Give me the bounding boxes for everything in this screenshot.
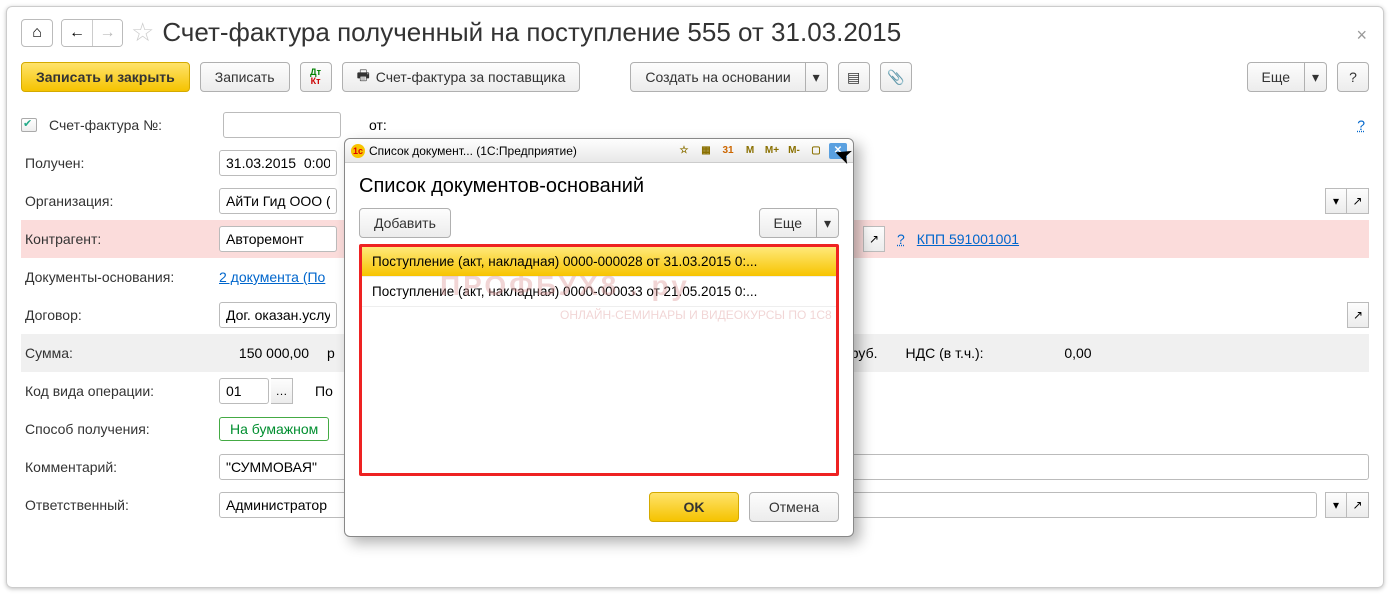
tb-mminus-button[interactable]: M- [785, 143, 803, 159]
vat-label: НДС (в т.ч.): [906, 345, 984, 361]
sum-currency-2: руб. [851, 345, 878, 361]
tb-close-icon[interactable]: ✕ [829, 143, 847, 159]
basis-documents-dialog: 1c Список документ... (1С:Предприятие) ☆… [344, 138, 854, 537]
invoice-no-label: Счет-фактура №: [45, 117, 215, 133]
received-input[interactable] [219, 150, 337, 176]
cancel-button[interactable]: Отмена [749, 492, 839, 522]
modal-app-title: Список документ... (1С:Предприятие) [369, 144, 577, 158]
create-based-caret[interactable]: ▾ [806, 62, 828, 92]
more-caret[interactable]: ▾ [1305, 62, 1327, 92]
basis-link[interactable]: 2 документа (По [219, 269, 325, 285]
page-title: Счет-фактура полученный на поступление 5… [162, 17, 901, 48]
report-button[interactable]: ▤ [838, 62, 870, 92]
create-based-split: Создать на основании ▾ [630, 62, 827, 92]
tb-calendar-icon[interactable]: 31 [719, 143, 737, 159]
counterparty-label: Контрагент: [21, 231, 211, 247]
sum-label: Сумма: [21, 345, 211, 361]
list-item[interactable]: Поступление (акт, накладная) 0000-000028… [362, 247, 836, 277]
opcode-label: Код вида операции: [21, 383, 211, 399]
tb-fav-icon[interactable]: ☆ [675, 143, 693, 159]
save-and-close-button[interactable]: Записать и закрыть [21, 62, 190, 92]
counterparty-input[interactable] [219, 226, 337, 252]
kpp-link[interactable]: КПП 591001001 [917, 231, 1019, 247]
org-input[interactable] [219, 188, 337, 214]
contract-open[interactable]: ↗ [1347, 302, 1369, 328]
printer-icon: 🖶 [357, 65, 370, 89]
opcode-picker[interactable]: … [271, 378, 293, 404]
tb-m-button[interactable]: M [741, 143, 759, 159]
org-label: Организация: [21, 193, 211, 209]
counterparty-open[interactable]: ↗ [863, 226, 885, 252]
responsible-dropdown[interactable]: ▾ [1325, 492, 1347, 518]
sum-value: 150 000,00 [219, 345, 309, 361]
counterparty-hint[interactable]: ? [893, 231, 909, 247]
back-button[interactable]: ← [62, 20, 92, 46]
contract-label: Договор: [21, 307, 211, 323]
close-icon[interactable]: × [1356, 25, 1367, 46]
home-button[interactable]: ⌂ [21, 19, 53, 47]
org-open[interactable]: ↗ [1347, 188, 1369, 214]
save-button[interactable]: Записать [200, 62, 290, 92]
from-label: от: [369, 117, 387, 133]
1c-icon: 1c [351, 144, 365, 158]
modal-heading: Список документов-оснований [359, 175, 839, 198]
method-label: Способ получения: [21, 421, 211, 437]
method-button[interactable]: На бумажном [219, 417, 329, 441]
create-based-button[interactable]: Создать на основании [630, 62, 805, 92]
modal-more-button[interactable]: Еще [759, 208, 818, 238]
tb-calc-icon[interactable]: ▦ [697, 143, 715, 159]
print-invoice-button[interactable]: 🖶Счет-фактура за поставщика [342, 62, 581, 92]
opcode-input[interactable] [219, 378, 269, 404]
hint-link[interactable]: ? [1353, 117, 1369, 133]
add-button[interactable]: Добавить [359, 208, 451, 238]
nav-back-forward: ← → [61, 19, 123, 47]
contract-input[interactable] [219, 302, 337, 328]
tb-mplus-button[interactable]: M+ [763, 143, 781, 159]
vat-value: 0,00 [992, 345, 1092, 361]
list-item[interactable]: Поступление (акт, накладная) 0000-000033… [362, 277, 836, 307]
modal-more-caret[interactable]: ▾ [817, 208, 839, 238]
dtkt-icon: ДтКт [310, 68, 321, 86]
more-split: Еще ▾ [1247, 62, 1328, 92]
ok-button[interactable]: OK [649, 492, 739, 522]
basis-label: Документы-основания: [21, 269, 211, 285]
opcode-desc: По [315, 383, 333, 399]
tb-maximize-icon[interactable]: ▢ [807, 143, 825, 159]
more-button[interactable]: Еще [1247, 62, 1306, 92]
favorite-star-icon[interactable]: ☆ [131, 17, 154, 48]
paperclip-icon: 📎 [887, 69, 904, 86]
comment-label: Комментарий: [21, 459, 211, 475]
attach-button[interactable]: 📎 [880, 62, 912, 92]
received-label: Получен: [21, 155, 211, 171]
org-dropdown[interactable]: ▾ [1325, 188, 1347, 214]
basis-documents-list: Поступление (акт, накладная) 0000-000028… [359, 244, 839, 476]
posted-check-icon [21, 118, 37, 132]
help-button[interactable]: ? [1337, 62, 1369, 92]
dtkt-button[interactable]: ДтКт [300, 62, 332, 92]
responsible-label: Ответственный: [21, 497, 211, 513]
sum-currency-1: р [327, 345, 335, 361]
invoice-no-input[interactable] [223, 112, 341, 138]
forward-button[interactable]: → [92, 20, 122, 46]
responsible-open[interactable]: ↗ [1347, 492, 1369, 518]
